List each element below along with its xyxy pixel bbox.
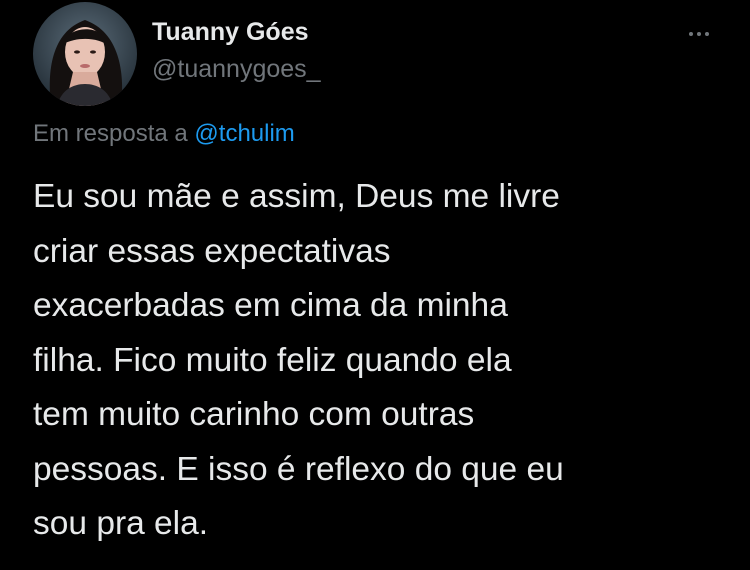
tweet-text: Eu sou mãe e assim, Deus me livre criar … xyxy=(33,170,693,552)
display-name[interactable]: Tuanny Góes xyxy=(152,18,309,47)
avatar-image xyxy=(33,2,137,106)
tweet-text-line: pessoas. E isso é reflexo do que eu xyxy=(33,450,564,488)
user-handle[interactable]: @tuannygoes_ xyxy=(152,55,321,84)
more-dot xyxy=(697,32,701,36)
tweet-text-line: sou pra ela. xyxy=(33,505,209,542)
tweet-text-line: tem muito carinho com outras xyxy=(33,396,475,433)
avatar[interactable] xyxy=(33,2,137,106)
tweet-text-line: exacerbadas em cima da minha xyxy=(33,287,508,324)
reply-context: Em resposta a @tchulim xyxy=(33,120,295,148)
tweet-header: Tuanny Góes @tuannygoes_ xyxy=(33,0,723,106)
tweet-card: Tuanny Góes @tuannygoes_ Em resposta a @… xyxy=(0,0,750,570)
more-options-button[interactable] xyxy=(681,24,717,44)
reply-prefix: Em resposta a xyxy=(33,120,188,147)
tweet-text-line: Eu sou mãe e assim, Deus me livre xyxy=(33,178,560,215)
more-dot xyxy=(705,32,709,36)
tweet-text-line: criar essas expectativas xyxy=(33,232,391,270)
more-horizontal-icon xyxy=(689,32,693,36)
tweet-text-line: filha. Fico muito feliz quando ela xyxy=(33,341,512,379)
reply-mention-link[interactable]: @tchulim xyxy=(194,120,294,147)
